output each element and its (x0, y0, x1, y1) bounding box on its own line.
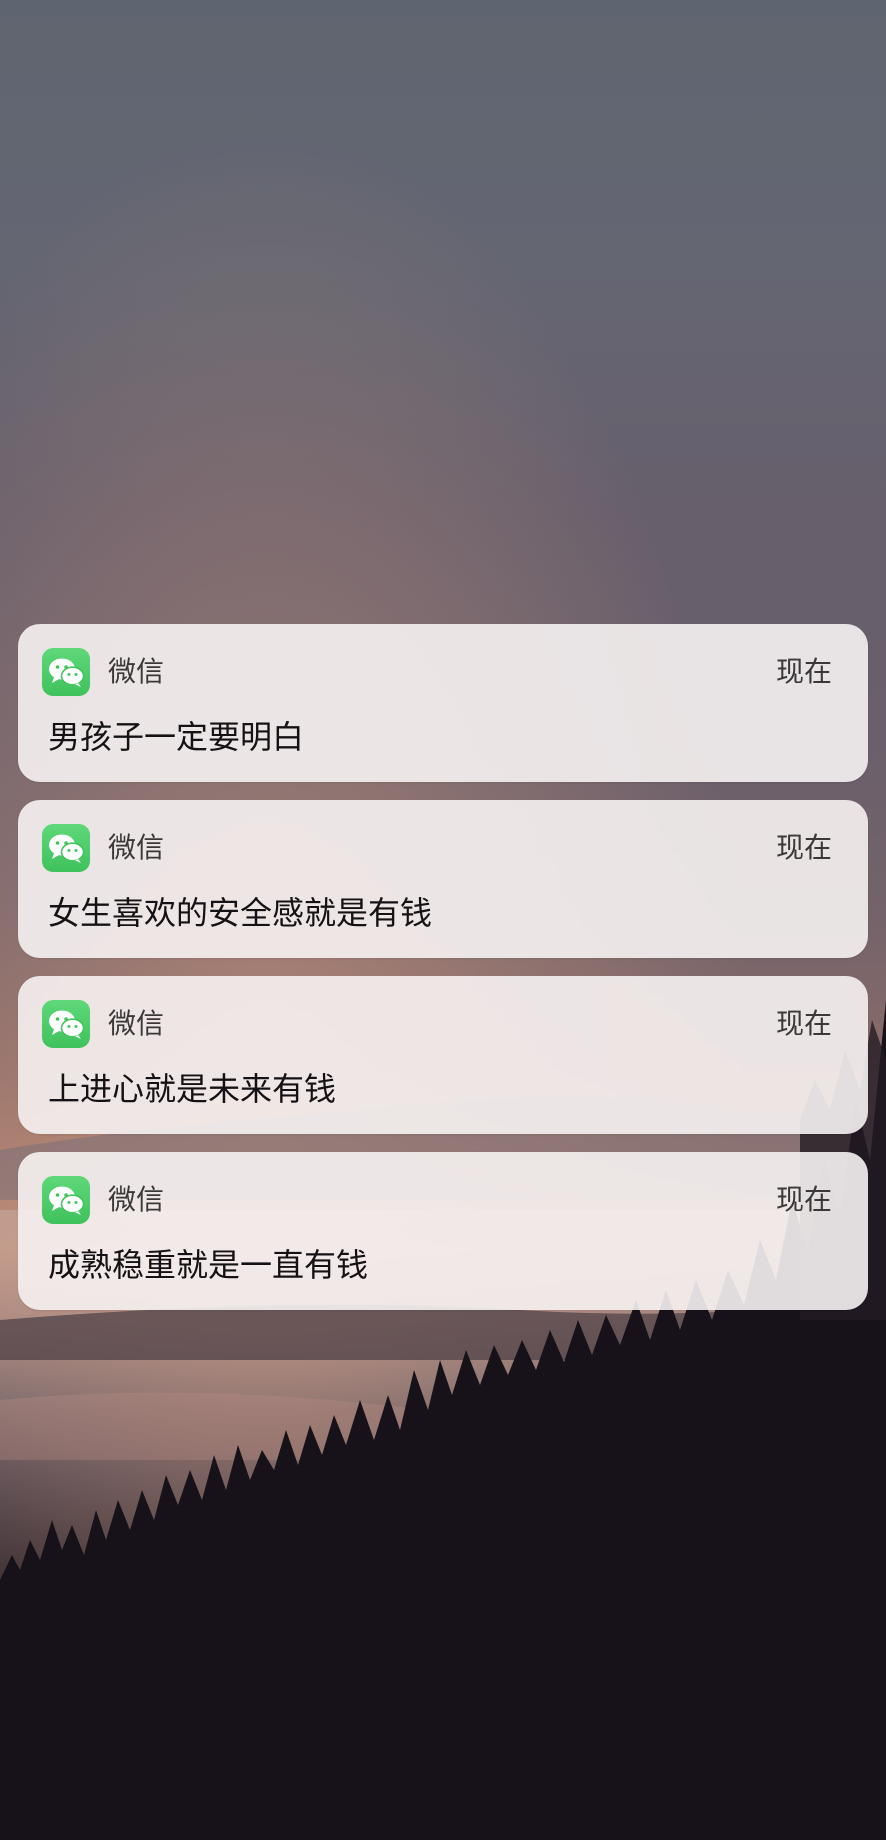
wechat-icon (42, 1176, 90, 1224)
notification-time: 现在 (775, 1183, 832, 1216)
app-name: 微信 (108, 1183, 165, 1216)
wechat-icon (42, 648, 90, 696)
app-name: 微信 (108, 831, 165, 864)
app-name: 微信 (108, 1007, 165, 1040)
notification-time: 现在 (775, 1007, 832, 1040)
app-name: 微信 (108, 655, 165, 688)
lock-screen: 微信 现在 男孩子一定要明白 微信 现在 女生喜欢的安全感就是有钱 微信 现在 … (0, 0, 886, 1840)
notification-card[interactable]: 微信 现在 成熟稳重就是一直有钱 (18, 1152, 868, 1310)
notification-card[interactable]: 微信 现在 男孩子一定要明白 (18, 624, 868, 782)
notification-message: 上进心就是未来有钱 (48, 1070, 337, 1108)
notification-message: 男孩子一定要明白 (48, 718, 305, 756)
notification-card[interactable]: 微信 现在 上进心就是未来有钱 (18, 976, 868, 1134)
notification-time: 现在 (775, 655, 832, 688)
notification-time: 现在 (775, 831, 832, 864)
notification-card[interactable]: 微信 现在 女生喜欢的安全感就是有钱 (18, 800, 868, 958)
notification-list: 微信 现在 男孩子一定要明白 微信 现在 女生喜欢的安全感就是有钱 微信 现在 … (18, 624, 868, 1328)
notification-message: 成熟稳重就是一直有钱 (48, 1246, 369, 1284)
wechat-icon (42, 824, 90, 872)
notification-message: 女生喜欢的安全感就是有钱 (48, 894, 433, 932)
wechat-icon (42, 1000, 90, 1048)
